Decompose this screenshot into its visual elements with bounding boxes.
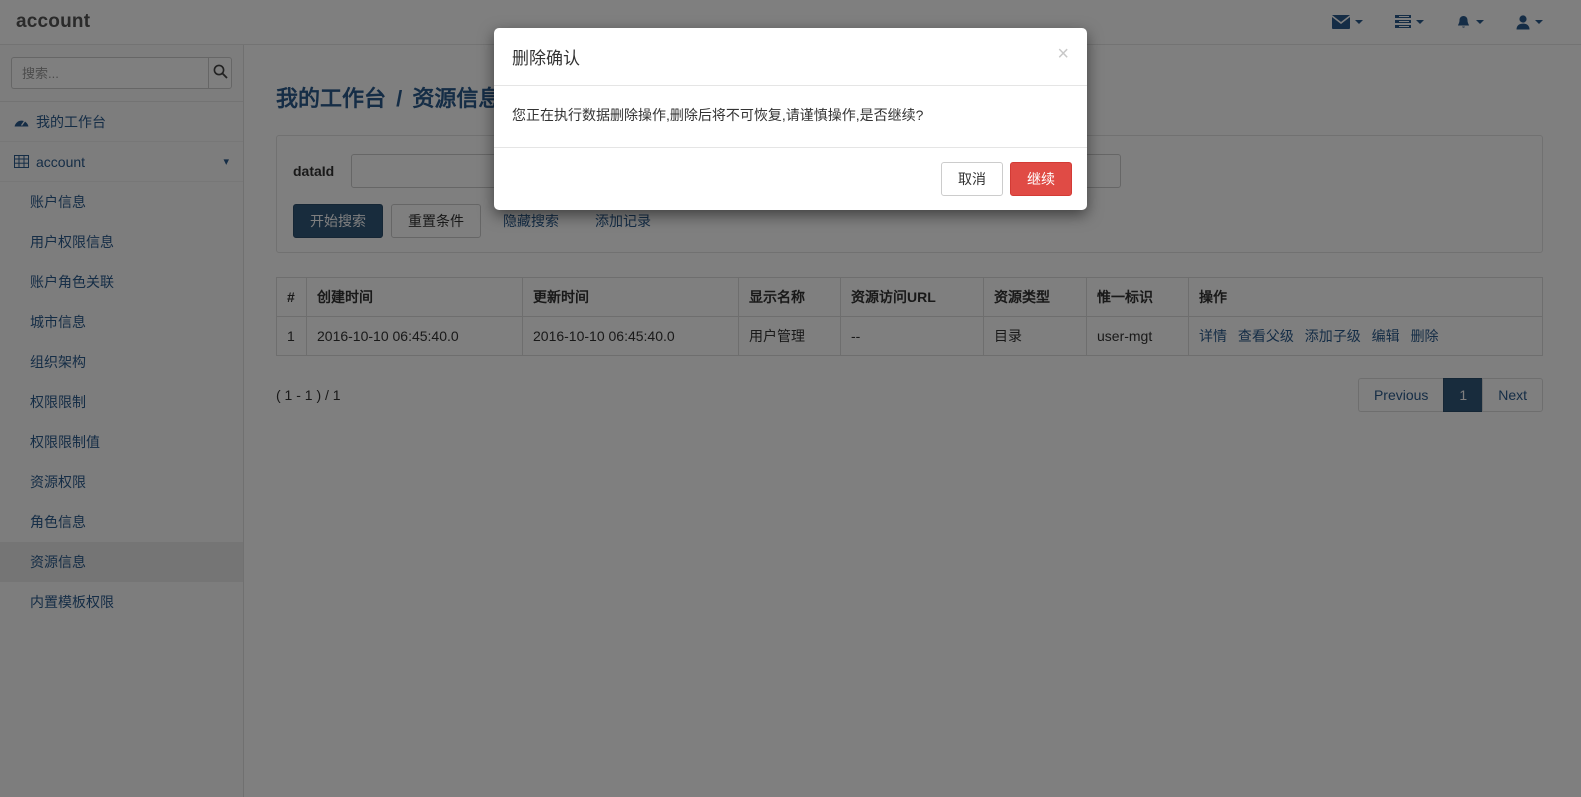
modal-title: 删除确认 bbox=[512, 44, 580, 69]
cancel-button[interactable]: 取消 bbox=[941, 162, 1003, 196]
close-icon[interactable]: × bbox=[1057, 44, 1069, 64]
modal-footer: 取消 继续 bbox=[494, 147, 1087, 210]
delete-confirm-modal: 删除确认 × 您正在执行数据删除操作,删除后将不可恢复,请谨慎操作,是否继续? … bbox=[494, 28, 1087, 210]
modal-header: 删除确认 × bbox=[494, 28, 1087, 86]
modal-body: 您正在执行数据删除操作,删除后将不可恢复,请谨慎操作,是否继续? bbox=[494, 86, 1087, 147]
confirm-button[interactable]: 继续 bbox=[1010, 162, 1072, 196]
